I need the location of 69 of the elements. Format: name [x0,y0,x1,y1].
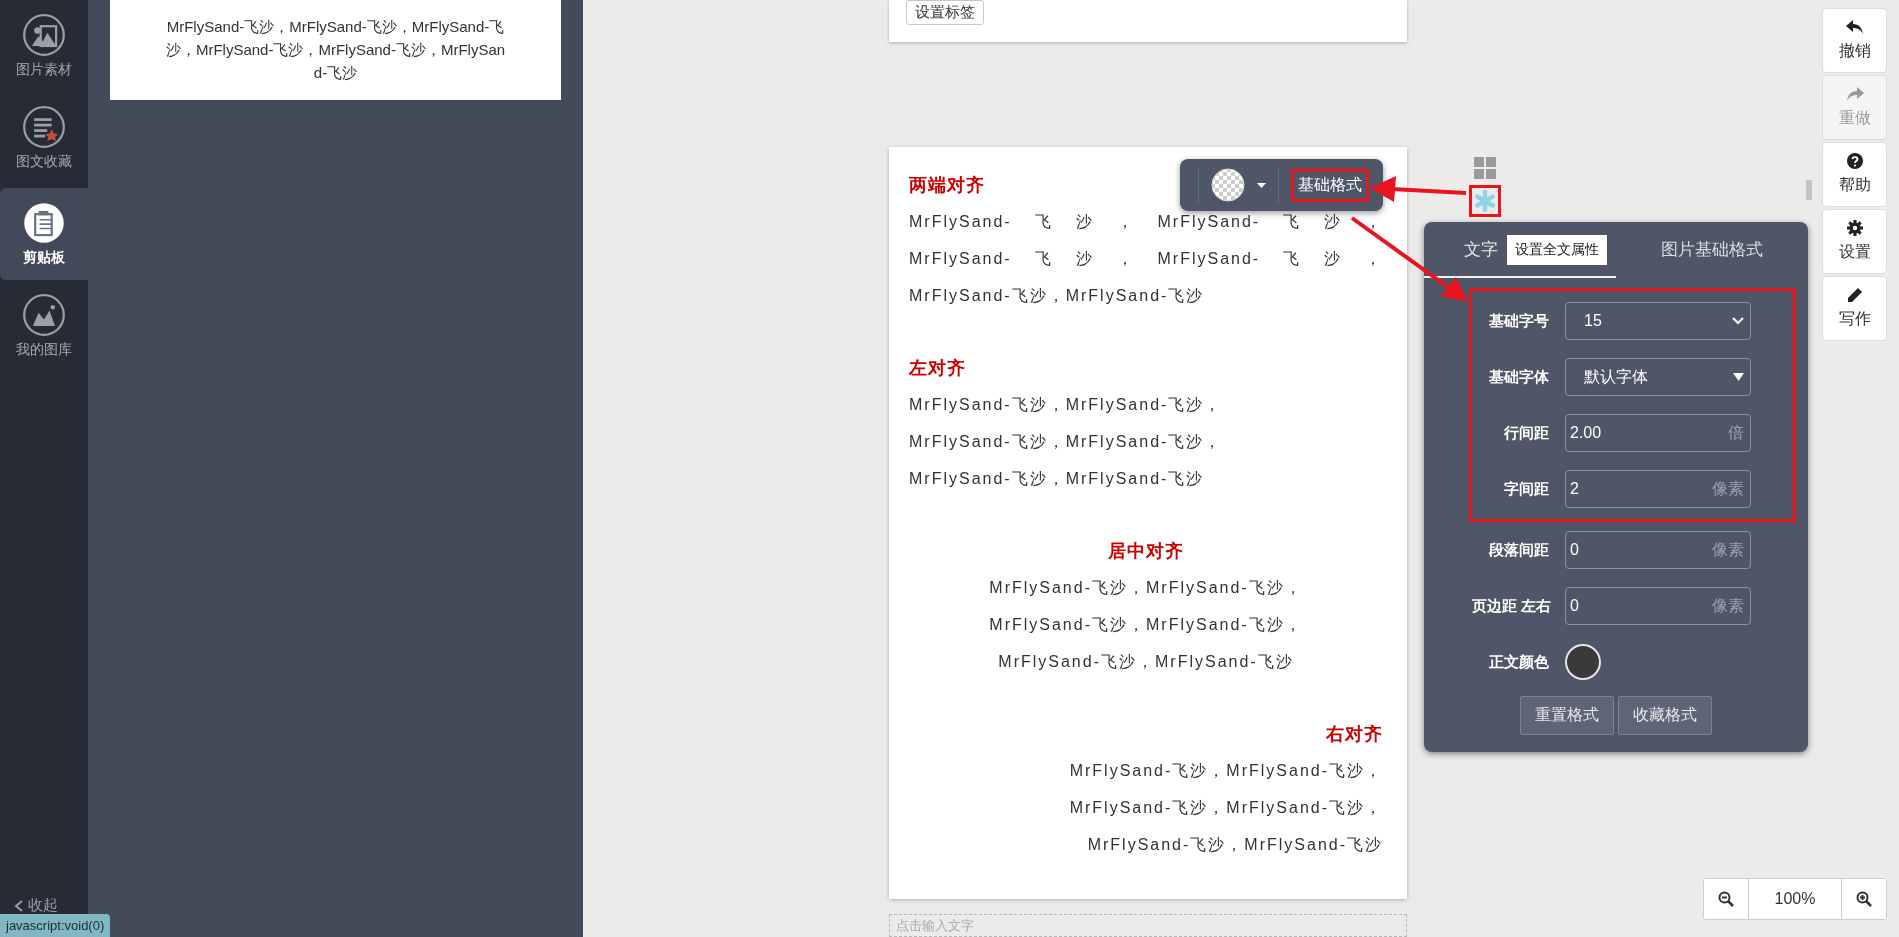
paragraph-line: MrFlySand-飞沙，MrFlySand-飞沙， [909,249,1383,269]
tooltip: 设置全文属性 [1506,234,1608,266]
input-field[interactable]: 0 像素 [1565,531,1751,569]
set-tag-button[interactable]: 设置标签 [906,0,984,25]
paragraph-line: MrFlySand-飞沙，MrFlySand-飞沙， [988,578,1304,598]
paragraph-line: MrFlySand-飞沙，MrFlySand-飞沙 [997,652,1295,672]
section-heading: 左对齐 [909,357,966,380]
scrollbar-thumb[interactable] [1806,180,1812,200]
zoom-in-icon [1856,891,1872,907]
paragraph-line: MrFlySand-飞沙，MrFlySand-飞沙 [1086,835,1383,855]
transparent-swatch-icon[interactable] [1211,168,1245,202]
undo-button[interactable]: 撤销 [1822,8,1887,73]
paragraph-line: MrFlySand-飞沙，MrFlySand-飞沙， [988,615,1304,635]
caret-down-icon [1733,373,1744,381]
settings-button[interactable]: 设置 [1822,209,1887,274]
select-field[interactable]: 默认字体 [1565,358,1751,396]
clipboard-icon [22,201,66,245]
sidebar-item[interactable]: 图文收藏 [0,92,88,184]
base-format-button[interactable]: 基础格式 [1291,168,1369,202]
field-label: 基础字体 [1488,367,1549,387]
paragraph-line: MrFlySand-飞沙，MrFlySand-飞沙 [909,286,1206,306]
input-field[interactable]: 2 像素 [1565,470,1751,508]
help-button[interactable]: 帮助 [1822,142,1887,207]
status-url: javascript:void(0) [0,914,111,937]
paragraph-line: MrFlySand-飞沙，MrFlySand-飞沙， [1068,798,1383,818]
caret-down-icon[interactable] [1257,182,1266,188]
chevron-down-icon [1732,317,1744,325]
paragraph-line: MrFlySand-飞沙，MrFlySand-飞沙， [1068,761,1383,781]
panel-button[interactable]: 收藏格式 [1618,696,1712,735]
asterisk-icon [1474,190,1496,212]
input-field[interactable]: 2.00 倍 [1565,414,1751,452]
sidebar-item[interactable]: 我的图库 [0,280,88,372]
panel-button[interactable]: 重置格式 [1520,696,1614,735]
field-label: 段落间距 [1488,540,1549,560]
collapse-link[interactable]: 收起 [28,896,58,915]
color-swatch[interactable] [1565,644,1601,680]
field-label: 正文颜色 [1488,652,1549,672]
chevron-left-icon [14,899,24,912]
bookmark-icon [22,105,66,149]
panel-tab[interactable]: 图片基础格式 [1616,222,1808,278]
asterisk-button[interactable] [1469,185,1501,217]
clipboard-text: 沙，MrFlySand-飞沙，MrFlySand-飞沙，MrFlySan [165,40,506,60]
field-label: 页边距 左右 [1472,596,1549,616]
settings-icon [1846,220,1863,236]
input-field[interactable]: 0 像素 [1565,587,1751,625]
field-label: 基础字号 [1488,311,1549,331]
field-label: 字间距 [1503,479,1549,499]
paragraph-line: MrFlySand-飞沙，MrFlySand-飞沙， [909,212,1383,232]
redo-icon [1845,86,1864,102]
undo-icon [1845,19,1864,35]
sidebar-item[interactable]: 图片素材 [0,0,88,92]
picture-icon [22,13,66,57]
gallery-icon [22,293,66,337]
section-heading: 右对齐 [1326,723,1383,746]
clipboard-text: d-飞沙 [313,63,358,83]
select-field[interactable]: 15 [1565,302,1751,340]
paragraph-line: MrFlySand-飞沙，MrFlySand-飞沙， [909,395,1224,415]
field-label: 行间距 [1503,423,1549,443]
pencil-icon [1846,287,1863,303]
zoom-out-icon [1718,891,1734,907]
section-heading: 两端对齐 [909,174,985,197]
write-button[interactable]: 写作 [1822,276,1887,341]
section-heading: 居中对齐 [1108,540,1184,563]
paragraph-line: MrFlySand-飞沙，MrFlySand-飞沙， [909,432,1224,452]
help-icon [1846,153,1863,169]
sidebar-item[interactable]: 剪贴板 [0,188,88,280]
paragraph-line: MrFlySand-飞沙，MrFlySand-飞沙 [909,469,1206,489]
clipboard-card[interactable]: MrFlySand-飞沙，MrFlySand-飞沙，MrFlySand-飞 沙，MrFlySand-飞沙，MrFlySand-飞沙，MrFlySan d-飞沙 [110,0,561,100]
clipboard-text: MrFlySand-飞沙，MrFlySand-飞沙，MrFlySand-飞 [166,17,505,37]
